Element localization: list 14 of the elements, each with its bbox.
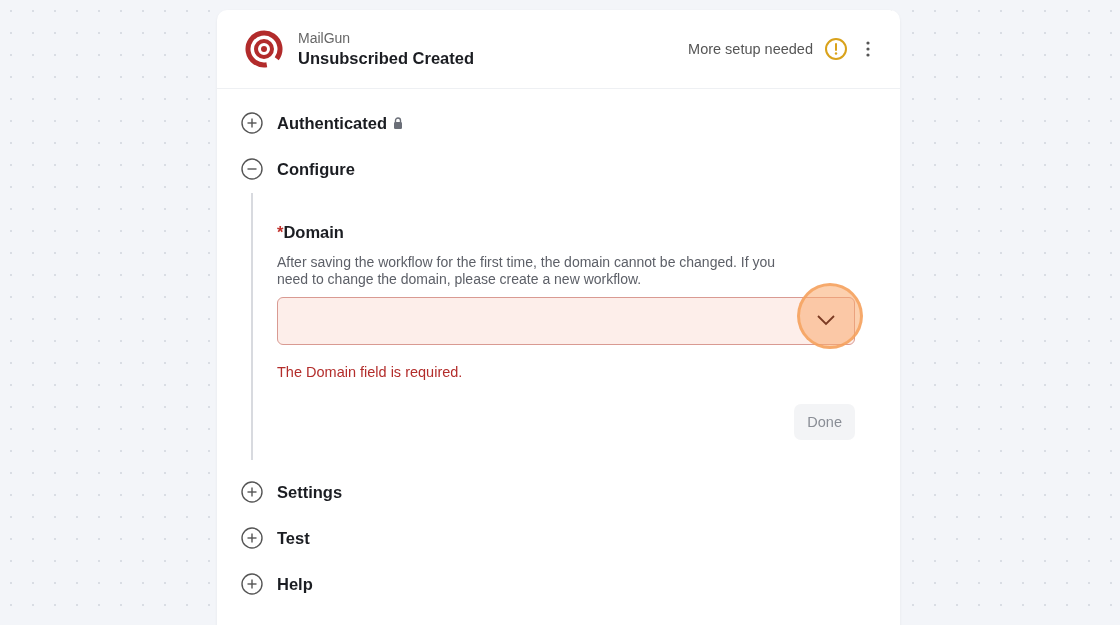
trigger-title: Unsubscribed Created bbox=[298, 49, 476, 68]
section-toggle[interactable]: Settings bbox=[241, 480, 343, 504]
status-text: More setup needed bbox=[688, 41, 813, 57]
required-mark: * bbox=[277, 223, 284, 241]
section-toggle[interactable]: Authenticated bbox=[241, 111, 403, 135]
at-sign-logo-icon bbox=[244, 29, 284, 69]
field-help-text: After saving the workflow for the first time, the domain cannot be changed. If you need to change the domain, please create a new workflow. bbox=[277, 254, 777, 288]
app-name: MailGun bbox=[298, 30, 352, 46]
section-toggle[interactable]: Test bbox=[241, 526, 310, 550]
error-message: The Domain field is required. bbox=[277, 364, 464, 380]
field-label: *Domain bbox=[277, 223, 345, 242]
section-toggle[interactable]: Help bbox=[241, 572, 313, 596]
section-toggle[interactable]: Configure bbox=[241, 157, 355, 181]
chevron-down-icon bbox=[816, 314, 836, 326]
